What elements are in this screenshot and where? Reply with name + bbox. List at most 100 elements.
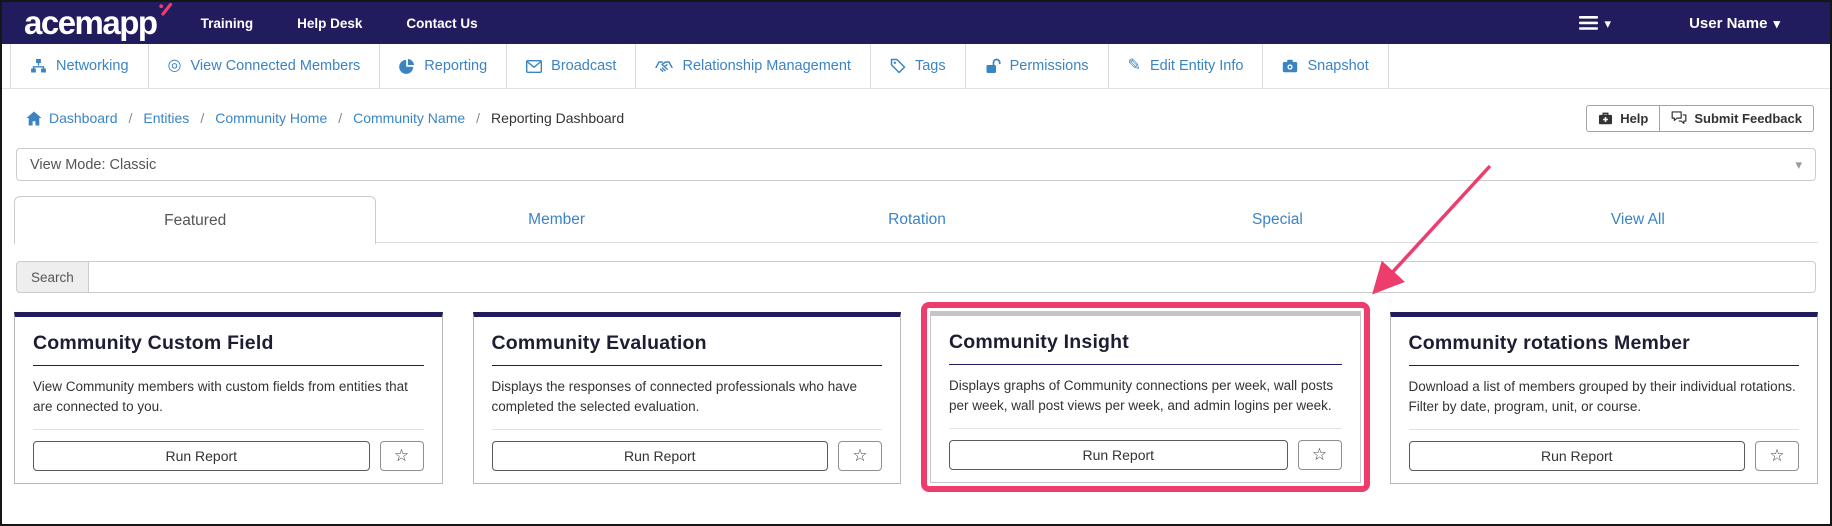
nav-contact-us[interactable]: Contact Us	[406, 16, 477, 31]
user-menu[interactable]: User Name ▾	[1689, 15, 1780, 32]
envelope-icon	[526, 59, 543, 73]
breadcrumb-separator: /	[128, 110, 133, 126]
entity-toolbar: Networking ◎ View Connected Members Repo…	[2, 44, 1830, 89]
favorite-star-button[interactable]: ☆	[379, 440, 424, 471]
report-cards: Community Custom Field View Community me…	[14, 302, 1818, 492]
help-label: Help	[1620, 110, 1649, 126]
run-report-button[interactable]: Run Report	[1408, 440, 1745, 471]
breadcrumb-current-page: Reporting Dashboard	[491, 110, 625, 126]
tag-icon	[890, 58, 906, 74]
submit-feedback-label: Submit Feedback	[1694, 110, 1802, 126]
toolbar-label: Reporting	[424, 58, 488, 74]
breadcrumb-dashboard[interactable]: Dashboard	[26, 110, 118, 126]
toolbar-broadcast[interactable]: Broadcast	[507, 44, 637, 88]
toolbar-label: Permissions	[1009, 58, 1089, 74]
card-description: Displays the responses of connected prof…	[491, 379, 857, 415]
card-title: Community Custom Field	[33, 332, 274, 354]
star-icon: ☆	[1769, 446, 1785, 465]
toolbar-reporting[interactable]: Reporting	[380, 44, 508, 88]
card-title: Community Evaluation	[491, 332, 707, 354]
card-title: Community rotations Member	[1408, 332, 1690, 354]
tab-member[interactable]: Member	[376, 196, 736, 243]
search-label: Search	[16, 261, 88, 293]
card-title-divider	[33, 365, 424, 366]
run-report-button[interactable]: Run Report	[33, 440, 370, 471]
help-button[interactable]: Help	[1586, 104, 1661, 132]
breadcrumb-community-name[interactable]: Community Name	[353, 110, 465, 126]
toolbar-label: View Connected Members	[190, 58, 361, 74]
search-row: Search	[16, 261, 1816, 293]
toolbar-networking[interactable]: Networking	[10, 44, 149, 88]
breadcrumb-separator: /	[200, 110, 205, 126]
toolbar-snapshot[interactable]: Snapshot	[1263, 44, 1389, 88]
run-report-button[interactable]: Run Report	[949, 439, 1288, 470]
breadcrumb-entities[interactable]: Entities	[143, 110, 189, 126]
search-input[interactable]	[87, 261, 1816, 293]
toolbar-label: Networking	[56, 58, 129, 74]
card-community-rotations-member: Community rotations Member Download a li…	[1389, 312, 1818, 484]
tab-special[interactable]: Special	[1097, 196, 1457, 243]
toolbar-tags[interactable]: Tags	[871, 44, 966, 88]
dropdown-caret-icon: ▾	[1795, 157, 1802, 172]
breadcrumb-community-home[interactable]: Community Home	[215, 110, 327, 126]
toolbar-permissions[interactable]: Permissions	[966, 44, 1109, 88]
favorite-star-button[interactable]: ☆	[1755, 440, 1799, 471]
breadcrumb-separator: /	[338, 110, 343, 126]
logo-spark-icon	[158, 2, 172, 16]
highlight-box: Community Insight Displays graphs of Com…	[921, 302, 1370, 492]
card-title-divider	[491, 365, 882, 366]
main-menu-button[interactable]: ▾	[1578, 15, 1612, 31]
card-description: Download a list of members grouped by th…	[1408, 379, 1796, 415]
star-icon: ☆	[1311, 445, 1328, 464]
top-nav: Training Help Desk Contact Us	[201, 16, 478, 31]
tab-featured[interactable]: Featured	[14, 196, 377, 244]
toolbar-view-connected-members[interactable]: ◎ View Connected Members	[149, 44, 381, 88]
toolbar-relationship-management[interactable]: Relationship Management	[636, 44, 871, 88]
breadcrumb: Dashboard / Entities / Community Home / …	[26, 110, 624, 126]
breadcrumb-separator: /	[476, 110, 481, 126]
toolbar-edit-entity-info[interactable]: ✎ Edit Entity Info	[1109, 44, 1264, 88]
card-community-custom-field: Community Custom Field View Community me…	[14, 312, 443, 484]
nav-help-desk[interactable]: Help Desk	[297, 16, 362, 31]
caret-down-icon: ▾	[1604, 15, 1612, 31]
view-mode-select[interactable]: View Mode: Classic ▾	[16, 148, 1816, 181]
pie-chart-icon	[399, 58, 415, 74]
sitemap-icon	[31, 59, 46, 73]
toolbar-label: Tags	[914, 58, 946, 74]
run-report-button[interactable]: Run Report	[491, 440, 828, 471]
page-action-buttons: Help Submit Feedback	[1586, 104, 1814, 132]
acemapp-logo[interactable]: acemapp	[24, 2, 175, 42]
breadcrumb-row: Dashboard / Entities / Community Home / …	[2, 90, 1830, 146]
report-category-tabs: Featured Member Rotation Special View Al…	[14, 196, 1818, 244]
favorite-star-button[interactable]: ☆	[1297, 439, 1342, 470]
home-icon	[26, 111, 42, 125]
submit-feedback-button[interactable]: Submit Feedback	[1659, 104, 1814, 132]
card-title-divider	[1408, 365, 1799, 366]
star-icon: ☆	[393, 446, 410, 465]
toolbar-label: Snapshot	[1307, 58, 1369, 74]
camera-icon	[1283, 59, 1298, 73]
card-description: Displays graphs of Community connections…	[949, 378, 1334, 414]
handshake-icon	[655, 61, 674, 72]
app-header: acemapp Training Help Desk Contact Us ▾ …	[2, 2, 1830, 44]
tab-view-all[interactable]: View All	[1458, 196, 1818, 243]
hamburger-menu-icon	[1578, 16, 1598, 30]
logo-text: acemapp	[24, 4, 158, 41]
card-title: Community Insight	[949, 331, 1129, 353]
caret-down-icon: ▾	[1773, 15, 1780, 31]
breadcrumb-label: Dashboard	[49, 110, 118, 126]
unlock-icon	[986, 58, 1001, 73]
star-icon: ☆	[852, 446, 868, 465]
card-title-divider	[949, 364, 1342, 365]
user-name-label: User Name	[1689, 14, 1768, 32]
card-community-evaluation: Community Evaluation Displays the respon…	[472, 312, 901, 484]
tab-rotation[interactable]: Rotation	[737, 196, 1097, 243]
medkit-icon	[1599, 112, 1613, 125]
nav-training[interactable]: Training	[201, 16, 254, 31]
toolbar-label: Edit Entity Info	[1149, 58, 1244, 74]
favorite-star-button[interactable]: ☆	[838, 440, 882, 471]
toolbar-label: Relationship Management	[682, 58, 851, 74]
toolbar-label: Broadcast	[551, 58, 617, 74]
pencil-icon: ✎	[1127, 57, 1141, 74]
card-community-insight: Community Insight Displays graphs of Com…	[930, 311, 1361, 483]
